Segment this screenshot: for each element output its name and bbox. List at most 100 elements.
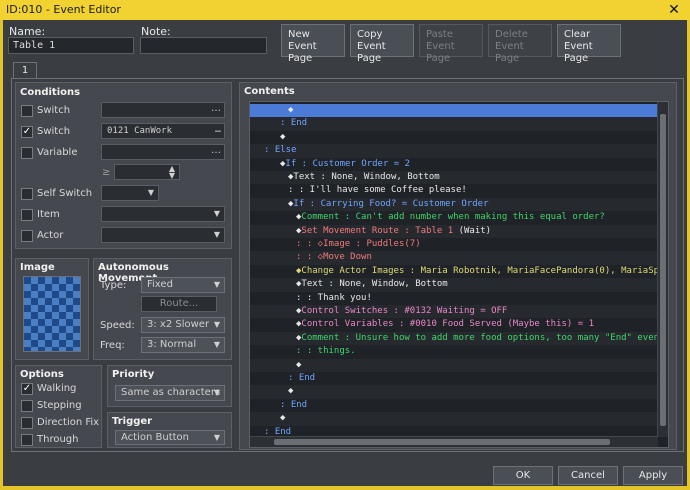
command-text: Control Variables : #0010 Food Served (M…: [301, 319, 595, 330]
command-text: If : Customer Order = 2: [285, 158, 411, 169]
command-line[interactable]: ◆: [250, 385, 658, 399]
walking-checkbox[interactable]: ✓: [21, 383, 33, 395]
close-icon[interactable]: ✕: [658, 0, 690, 20]
speed-label: Speed:: [100, 320, 135, 331]
clear-event-page-button[interactable]: Clear Event Page: [557, 24, 621, 64]
command-line[interactable]: ◆Comment : Unsure how to add more food o…: [250, 331, 658, 346]
stepping-checkbox[interactable]: [21, 400, 33, 412]
direction-fix-checkbox[interactable]: [21, 417, 33, 429]
browse-icon[interactable]: …: [211, 102, 221, 116]
command-line[interactable]: : : things.: [250, 345, 658, 358]
command-text: Comment : Can't add number when making t…: [301, 212, 605, 223]
freq-label: Freq:: [100, 340, 125, 351]
copy-event-page-button[interactable]: Copy Event Page: [350, 24, 414, 64]
horizontal-scrollbar[interactable]: [250, 436, 658, 447]
chevron-down-icon: ▼: [213, 388, 220, 397]
command-line[interactable]: ◆Comment : Can't add number when making …: [250, 211, 658, 224]
ok-button[interactable]: OK: [493, 466, 553, 485]
tab-page-1[interactable]: 1: [13, 62, 37, 79]
event-image-preview[interactable]: [23, 276, 81, 352]
command-line[interactable]: ◆Control Variables : #0010 Food Served (…: [250, 318, 658, 331]
chevron-down-icon: ▼: [213, 433, 220, 442]
command-line[interactable]: : Else: [250, 144, 658, 158]
autonomous-movement-panel: Autonomous Movement Type: Fixed ▼ Route..…: [93, 258, 232, 360]
command-line[interactable]: ◆Control Switches : #0132 Waiting = OFF: [250, 305, 658, 319]
command-line[interactable]: : : ◇Image : Puddles(7): [250, 238, 658, 251]
through-checkbox[interactable]: [21, 434, 33, 446]
browse-icon[interactable]: …: [211, 144, 221, 158]
conditions-title: Conditions: [20, 87, 81, 98]
command-text: ◆Text : None, Window, Bottom: [296, 279, 448, 290]
command-line[interactable]: : : ◇Move Down: [250, 251, 658, 265]
contents-title: Contents: [244, 86, 295, 97]
walking-label: Walking: [37, 383, 77, 394]
trigger-select[interactable]: Action Button ▼: [115, 430, 225, 445]
command-line[interactable]: : End: [250, 399, 658, 412]
command-text: : : Thank you!: [296, 292, 372, 303]
switch2-field[interactable]: 0121 CanWork…: [101, 123, 225, 139]
command-line[interactable]: ◆Change Actor Images : Maria Robotnik, M…: [250, 265, 658, 278]
switch1-field[interactable]: …: [101, 102, 225, 118]
variable-checkbox[interactable]: [21, 147, 33, 159]
command-text: ◆Change Actor Images : Maria Robotnik, M…: [296, 265, 658, 276]
item-checkbox[interactable]: [21, 209, 33, 221]
new-event-page-button[interactable]: New Event Page: [281, 24, 345, 64]
image-title: Image: [20, 262, 55, 273]
apply-button[interactable]: Apply: [623, 466, 683, 485]
chevron-down-icon: ▼: [147, 188, 154, 197]
actor-checkbox[interactable]: [21, 230, 33, 242]
priority-panel: Priority Same as characters ▼: [107, 365, 232, 407]
freq-select[interactable]: 3: Normal ▼: [141, 337, 225, 353]
delete-event-page-button[interactable]: Delete Event Page: [488, 24, 552, 64]
variable-field[interactable]: …: [101, 144, 225, 160]
command-line[interactable]: : End: [250, 117, 658, 131]
command-line[interactable]: : : Thank you!: [250, 292, 658, 305]
browse-icon[interactable]: …: [215, 123, 221, 137]
command-line[interactable]: : End: [250, 372, 658, 385]
horizontal-scroll-thumb[interactable]: [274, 439, 610, 445]
command-text: : : ◇Image : Puddles(7): [296, 239, 421, 249]
command-text: : : things.: [296, 346, 356, 357]
title-bar: ID:010 - Event Editor ✕: [0, 0, 690, 20]
variable-value-stepper[interactable]: ▲ ▼: [114, 164, 180, 180]
command-line[interactable]: ◆If : Customer Order = 2: [250, 158, 658, 171]
priority-select[interactable]: Same as characters ▼: [115, 385, 225, 401]
chevron-down-icon: ▼: [213, 340, 220, 349]
type-select[interactable]: Fixed ▼: [141, 277, 225, 293]
switch1-label: Switch: [37, 105, 71, 116]
variable-label: Variable: [37, 147, 78, 158]
switch2-checkbox[interactable]: ✓: [21, 126, 33, 138]
switch2-label: Switch: [37, 126, 71, 137]
note-input[interactable]: [140, 37, 267, 54]
command-line[interactable]: ◆Set Movement Route : Table 1 (Wait): [250, 224, 658, 238]
trigger-panel: Trigger Action Button ▼: [107, 412, 232, 448]
command-line[interactable]: ◆: [250, 358, 658, 372]
name-input[interactable]: Table 1: [8, 37, 134, 54]
event-command-list[interactable]: ◆: End ◆: Else ◆If : Customer Order = 2 ◆Te…: [249, 101, 669, 448]
paste-event-page-button[interactable]: Paste Event Page: [419, 24, 483, 64]
command-line[interactable]: ◆Text : None, Window, Bottom: [250, 278, 658, 292]
command-line[interactable]: ◆: [250, 104, 658, 118]
chevron-down-icon: ▼: [213, 280, 220, 289]
vertical-scrollbar[interactable]: [657, 102, 668, 437]
item-select[interactable]: ▼: [101, 206, 225, 222]
command-text: ◆: [296, 359, 302, 370]
command-line[interactable]: : : I'll have some Coffee please!: [250, 184, 658, 197]
switch1-checkbox[interactable]: [21, 105, 33, 117]
options-title: Options: [20, 369, 64, 380]
self-switch-checkbox[interactable]: [21, 188, 33, 200]
chevron-down-icon: ▼: [213, 320, 220, 329]
speed-select[interactable]: 3: x2 Slower ▼: [141, 317, 225, 333]
command-text: ◆: [280, 131, 286, 142]
stepper-arrows-icon[interactable]: ▲ ▼: [169, 165, 175, 180]
command-line[interactable]: ◆If : Carrying Food? = Customer Order: [250, 197, 658, 212]
route-button[interactable]: Route...: [141, 296, 217, 312]
command-line[interactable]: ◆: [250, 412, 658, 426]
conditions-panel: Conditions Switch … ✓ Switch 0121 CanWor…: [15, 82, 232, 249]
self-switch-select[interactable]: ▼: [101, 185, 159, 201]
command-line[interactable]: ◆: [250, 131, 658, 144]
command-line[interactable]: ◆Text : None, Window, Bottom: [250, 171, 658, 185]
cancel-button[interactable]: Cancel: [558, 466, 618, 485]
actor-select[interactable]: ▼: [101, 227, 225, 243]
vertical-scroll-thumb[interactable]: [660, 114, 666, 426]
